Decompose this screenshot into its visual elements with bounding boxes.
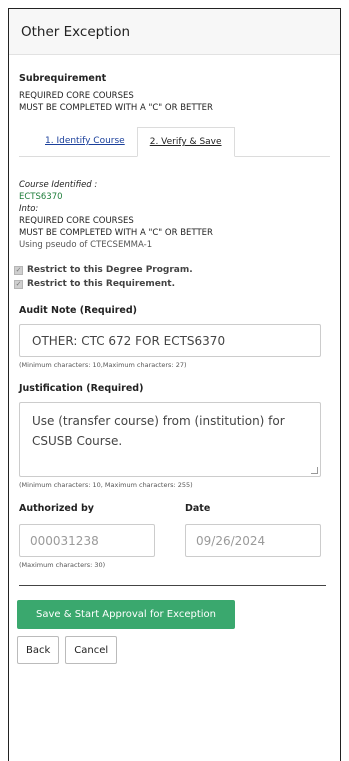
restrict-degree-program-label: Restrict to this Degree Program. (27, 265, 193, 275)
authorized-by-hint: (Maximum characters: 30) (19, 561, 106, 569)
date-input[interactable]: 09/26/2024 (185, 524, 321, 557)
into-label: Into: (19, 204, 39, 214)
audit-note-value: OTHER: CTC 672 FOR ECTS6370 (32, 333, 226, 348)
date-placeholder: 09/26/2024 (196, 533, 266, 548)
subrequirement-label: Subrequirement (19, 73, 107, 84)
cancel-button[interactable]: Cancel (65, 636, 118, 664)
course-identified-label: Course Identified : (19, 180, 98, 190)
checkbox-restrict-degree-program[interactable]: ✓ (14, 265, 23, 275)
tab-identify-course[interactable]: 1. Identify Course (33, 126, 137, 156)
panel-content: Subrequirement REQUIRED CORE COURSES MUS… (9, 73, 340, 664)
checkbox-restrict-requirement[interactable]: ✓ (14, 279, 23, 289)
into-line-2: MUST BE COMPLETED WITH A "C" OR BETTER (19, 228, 213, 238)
date-label: Date (185, 503, 211, 514)
exception-panel: Other Exception Subrequirement REQUIRED … (8, 8, 341, 761)
audit-note-hint: (Minimum characters: 10,Maximum characte… (19, 361, 187, 369)
audit-note-label: Audit Note (Required) (19, 305, 137, 316)
justification-hint: (Minimum characters: 10, Maximum charact… (19, 481, 193, 489)
justification-label: Justification (Required) (19, 383, 144, 394)
restrict-degree-program: ✓ Restrict to this Degree Program. (14, 263, 330, 277)
audit-note-input[interactable]: OTHER: CTC 672 FOR ECTS6370 (19, 324, 321, 357)
course-identified-value: ECTS6370 (19, 192, 63, 202)
restrict-requirement-label: Restrict to this Requirement. (27, 279, 176, 289)
justification-textarea[interactable]: Use (transfer course) from (institution)… (19, 402, 321, 477)
resize-handle-icon[interactable] (311, 467, 318, 474)
into-line-1: REQUIRED CORE COURSES (19, 216, 134, 226)
justification-value: Use (transfer course) from (institution)… (32, 414, 285, 448)
tab-verify-save[interactable]: 2. Verify & Save (136, 127, 235, 157)
button-row: Back Cancel (17, 636, 330, 664)
subrequirement-line-1: REQUIRED CORE COURSES (19, 91, 134, 101)
course-summary: Course Identified : ECTS6370 Into: REQUI… (19, 179, 330, 251)
restrict-requirement: ✓ Restrict to this Requirement. (14, 277, 330, 291)
authorization-row: Authorized by 000031238 (Maximum charact… (19, 503, 330, 569)
tab-bar: 1. Identify Course 2. Verify & Save (19, 124, 330, 157)
divider (19, 585, 326, 586)
authorized-by-placeholder: 000031238 (30, 533, 99, 548)
back-button[interactable]: Back (17, 636, 60, 664)
panel-header: Other Exception (9, 9, 340, 55)
save-start-approval-button[interactable]: Save & Start Approval for Exception (17, 600, 235, 629)
authorized-by-input[interactable]: 000031238 (19, 524, 155, 557)
authorized-by-label: Authorized by (19, 503, 94, 514)
page-title: Other Exception (21, 23, 131, 40)
subrequirement-line-2: MUST BE COMPLETED WITH A "C" OR BETTER (19, 103, 213, 113)
pseudo-text: Using pseudo of CTECSEMMA-1 (19, 240, 153, 250)
